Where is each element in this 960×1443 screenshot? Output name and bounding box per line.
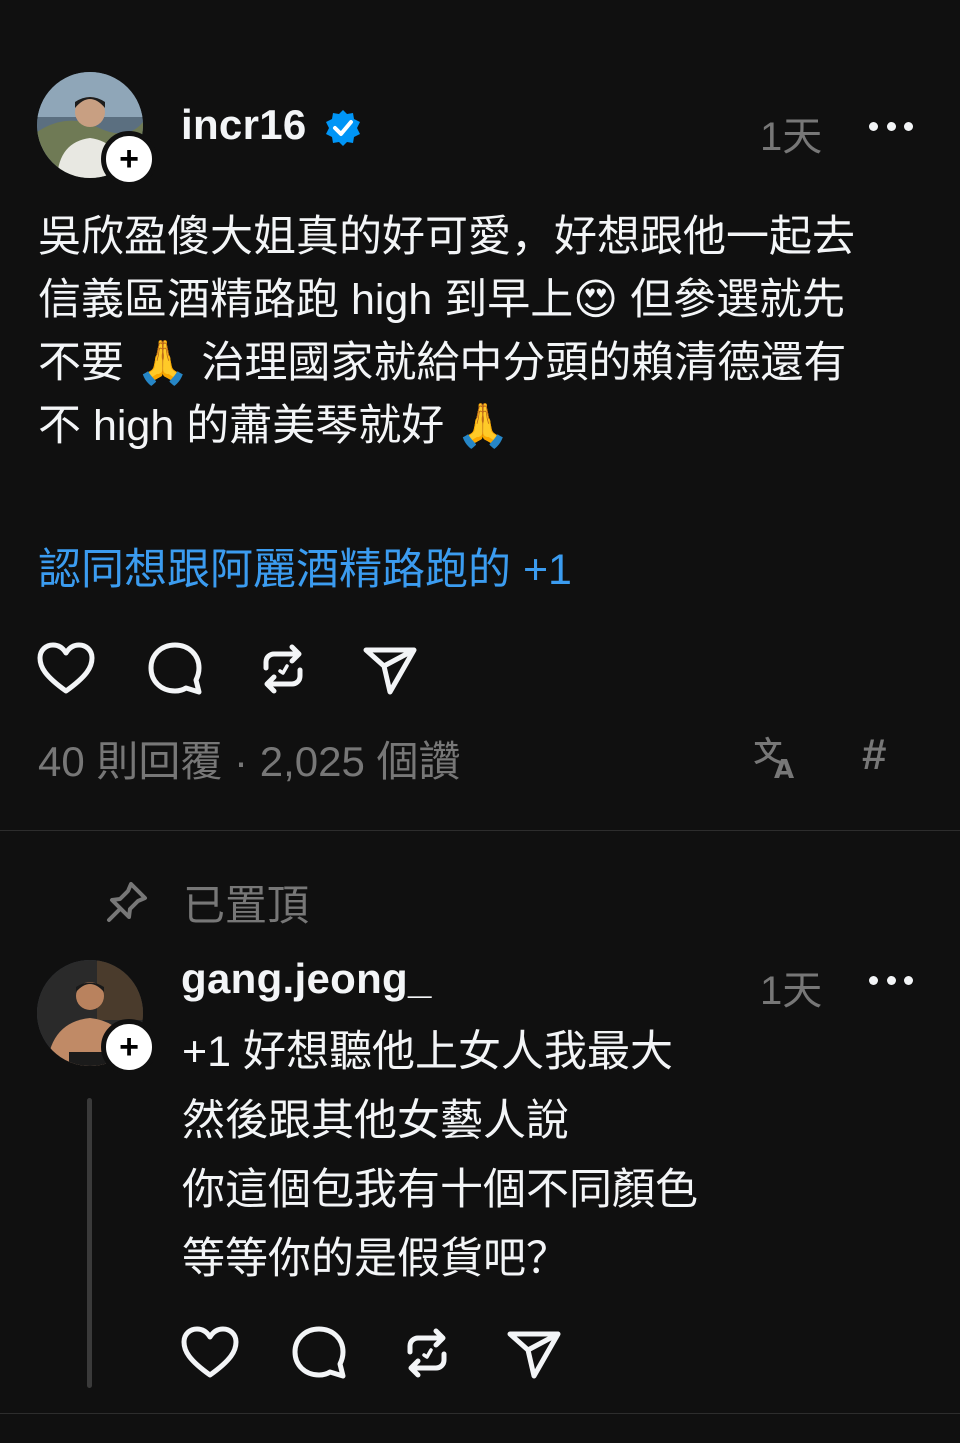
thread-line xyxy=(87,1098,92,1388)
reply-follow-plus-button[interactable]: + xyxy=(101,1019,157,1075)
reply-repost-icon[interactable] xyxy=(396,1322,458,1384)
reply-share-icon[interactable] xyxy=(503,1322,565,1384)
hashtag-icon[interactable]: # xyxy=(862,730,886,780)
post-line: 吳欣盈傻大姐真的好可愛，好想跟他一起去 xyxy=(38,213,855,261)
author-username[interactable]: incr16 xyxy=(181,101,307,149)
post-stats[interactable]: 40 則回覆 · 2,025 個讚 xyxy=(38,728,460,789)
pinned-indicator: 已置頂 xyxy=(105,872,309,932)
post-line: 信義區酒精路跑 high 到早上😍 但參選就先 xyxy=(38,276,845,324)
post-line: 不 high 的蕭美琴就好 🙏 xyxy=(38,402,510,450)
repost-icon[interactable] xyxy=(252,638,314,700)
svg-text:A: A xyxy=(774,755,794,781)
like-heart-icon[interactable] xyxy=(35,638,97,700)
pinned-label: 已置頂 xyxy=(183,881,310,929)
reply-line: +1 好想聽他上女人我最大 xyxy=(182,1028,673,1076)
bottom-divider xyxy=(0,1413,960,1414)
post: + incr16 1天 吳欣盈傻大姐真的好可愛，好想跟他一起去 信義區酒精路跑 h… xyxy=(0,0,960,830)
verified-badge-icon xyxy=(326,110,360,146)
pin-icon xyxy=(107,882,147,922)
reply-line: 等等你的是假貨吧？ xyxy=(182,1235,569,1283)
reply-line: 然後跟其他女藝人說 xyxy=(182,1097,569,1145)
reply-like-heart-icon[interactable] xyxy=(179,1322,241,1384)
post-body: 吳欣盈傻大姐真的好可愛，好想跟他一起去 信義區酒精路跑 high 到早上😍 但參選… xyxy=(38,206,928,458)
post-time: 1天 xyxy=(760,115,823,159)
comment-icon[interactable] xyxy=(144,638,206,700)
reply-time: 1天 xyxy=(760,969,823,1013)
topic-tag-link[interactable]: 認同想跟阿麗酒精路跑的 +1 xyxy=(38,535,572,597)
share-icon[interactable] xyxy=(359,638,421,700)
reply-comment-icon[interactable] xyxy=(288,1322,350,1384)
reply-more-icon[interactable] xyxy=(869,970,913,990)
divider xyxy=(0,830,960,831)
post-line: 不要 🙏 治理國家就給中分頭的賴清德還有 xyxy=(38,339,847,387)
reply-username[interactable]: gang.jeong_ xyxy=(181,955,432,1003)
reply-body: +1 好想聽他上女人我最大 然後跟其他女藝人說你這個包我有十個不同顏色 等等你的是假… xyxy=(182,1018,882,1294)
more-icon[interactable] xyxy=(869,116,913,136)
reply-line: 你這個包我有十個不同顏色 xyxy=(182,1166,698,1214)
follow-plus-button[interactable]: + xyxy=(101,131,157,187)
translate-icon[interactable]: 文 A xyxy=(752,733,800,781)
